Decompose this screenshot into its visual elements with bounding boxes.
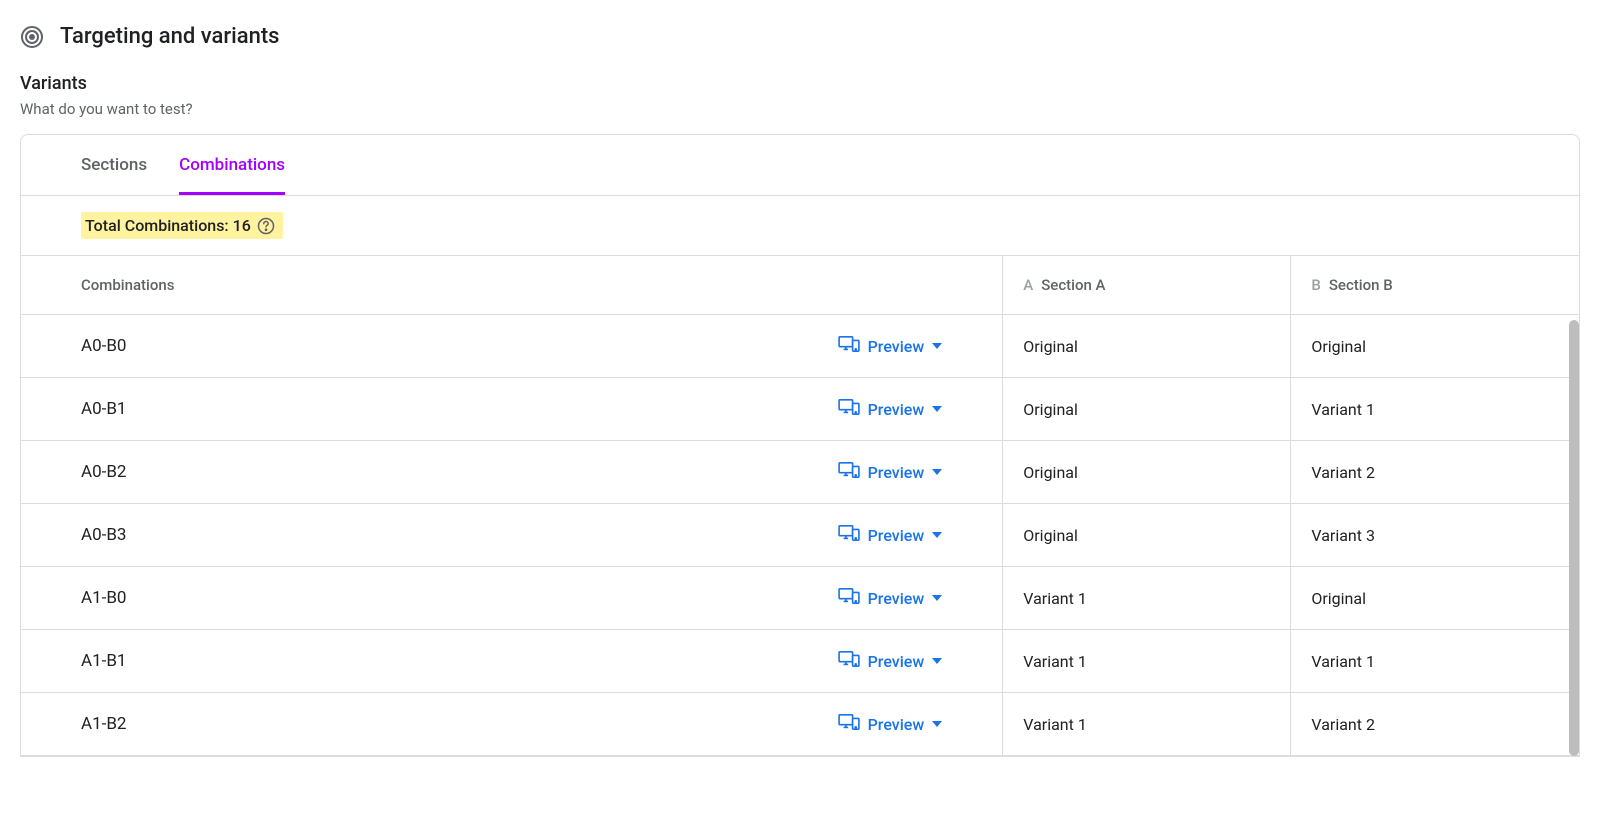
combination-id: A0-B0 bbox=[81, 336, 127, 356]
chevron-down-icon bbox=[932, 532, 942, 538]
preview-label: Preview bbox=[868, 337, 925, 356]
section-b-letter: B bbox=[1311, 276, 1320, 294]
chevron-down-icon bbox=[932, 595, 942, 601]
section-b-value: Original bbox=[1291, 567, 1579, 630]
table-row: A0-B1 Preview OriginalVariant 1 bbox=[21, 378, 1579, 441]
preview-button[interactable]: Preview bbox=[838, 335, 983, 357]
preview-button[interactable]: Preview bbox=[838, 650, 983, 672]
devices-icon bbox=[838, 461, 860, 483]
devices-icon bbox=[838, 650, 860, 672]
preview-label: Preview bbox=[868, 652, 925, 671]
table-row: A1-B1 Preview Variant 1Variant 1 bbox=[21, 630, 1579, 693]
section-b-value: Variant 1 bbox=[1291, 378, 1579, 441]
help-icon[interactable] bbox=[257, 217, 275, 235]
variants-subheading: What do you want to test? bbox=[20, 100, 1580, 118]
preview-label: Preview bbox=[868, 463, 925, 482]
table-row: A1-B2 Preview Variant 1Variant 2 bbox=[21, 693, 1579, 756]
preview-button[interactable]: Preview bbox=[838, 713, 983, 735]
preview-label: Preview bbox=[868, 715, 925, 734]
total-label: Total Combinations: bbox=[85, 216, 233, 235]
section-b-value: Variant 2 bbox=[1291, 693, 1579, 756]
scrollbar-track bbox=[1567, 320, 1579, 756]
section-b-value: Original bbox=[1291, 315, 1579, 378]
section-a-value: Original bbox=[1003, 504, 1291, 567]
section-a-value: Original bbox=[1003, 315, 1291, 378]
variants-section: Variants What do you want to test? bbox=[0, 65, 1600, 134]
total-combinations-highlight: Total Combinations: 16 bbox=[81, 212, 283, 239]
preview-label: Preview bbox=[868, 526, 925, 545]
section-a-value: Variant 1 bbox=[1003, 630, 1291, 693]
chevron-down-icon bbox=[932, 658, 942, 664]
variants-heading: Variants bbox=[20, 73, 1580, 94]
combination-id: A0-B2 bbox=[81, 462, 127, 482]
column-header-combinations: Combinations bbox=[21, 256, 1003, 315]
devices-icon bbox=[838, 587, 860, 609]
section-a-value: Original bbox=[1003, 441, 1291, 504]
page-header: Targeting and variants bbox=[0, 0, 1600, 65]
chevron-down-icon bbox=[932, 406, 942, 412]
combination-id: A1-B1 bbox=[81, 651, 127, 671]
devices-icon bbox=[838, 524, 860, 546]
preview-button[interactable]: Preview bbox=[838, 461, 983, 483]
preview-label: Preview bbox=[868, 589, 925, 608]
chevron-down-icon bbox=[932, 469, 942, 475]
target-icon bbox=[20, 25, 44, 49]
section-a-value: Original bbox=[1003, 378, 1291, 441]
page-title: Targeting and variants bbox=[60, 24, 280, 49]
devices-icon bbox=[838, 398, 860, 420]
section-a-letter: A bbox=[1023, 276, 1033, 294]
preview-label: Preview bbox=[868, 400, 925, 419]
chevron-down-icon bbox=[932, 343, 942, 349]
variants-card: Sections Combinations Total Combinations… bbox=[20, 134, 1580, 757]
chevron-down-icon bbox=[932, 721, 942, 727]
total-count: 16 bbox=[233, 216, 251, 235]
preview-button[interactable]: Preview bbox=[838, 398, 983, 420]
tabs: Sections Combinations bbox=[21, 135, 1579, 196]
devices-icon bbox=[838, 335, 860, 357]
combination-id: A0-B3 bbox=[81, 525, 127, 545]
preview-button[interactable]: Preview bbox=[838, 587, 983, 609]
section-a-value: Variant 1 bbox=[1003, 567, 1291, 630]
section-b-label: Section B bbox=[1329, 276, 1393, 294]
table-row: A0-B3 Preview OriginalVariant 3 bbox=[21, 504, 1579, 567]
column-header-section-a: A Section A bbox=[1003, 256, 1291, 315]
preview-button[interactable]: Preview bbox=[838, 524, 983, 546]
combination-id: A0-B1 bbox=[81, 399, 127, 419]
combination-id: A1-B2 bbox=[81, 714, 127, 734]
column-header-section-b: B Section B bbox=[1291, 256, 1579, 315]
table-row: A0-B0 Preview OriginalOriginal bbox=[21, 315, 1579, 378]
table-row: A1-B0 Preview Variant 1Original bbox=[21, 567, 1579, 630]
total-combinations-row: Total Combinations: 16 bbox=[21, 196, 1579, 256]
combinations-table: Combinations A Section A B Section B A0-B0 bbox=[21, 256, 1579, 756]
table-container: Combinations A Section A B Section B A0-B0 bbox=[21, 256, 1579, 756]
table-row: A0-B2 Preview OriginalVariant 2 bbox=[21, 441, 1579, 504]
section-b-value: Variant 3 bbox=[1291, 504, 1579, 567]
devices-icon bbox=[838, 713, 860, 735]
tab-combinations[interactable]: Combinations bbox=[179, 135, 285, 195]
section-b-value: Variant 2 bbox=[1291, 441, 1579, 504]
scrollbar-thumb[interactable] bbox=[1569, 320, 1579, 756]
section-b-value: Variant 1 bbox=[1291, 630, 1579, 693]
section-a-label: Section A bbox=[1041, 276, 1105, 294]
section-a-value: Variant 1 bbox=[1003, 693, 1291, 756]
combination-id: A1-B0 bbox=[81, 588, 127, 608]
tab-sections[interactable]: Sections bbox=[81, 135, 147, 195]
